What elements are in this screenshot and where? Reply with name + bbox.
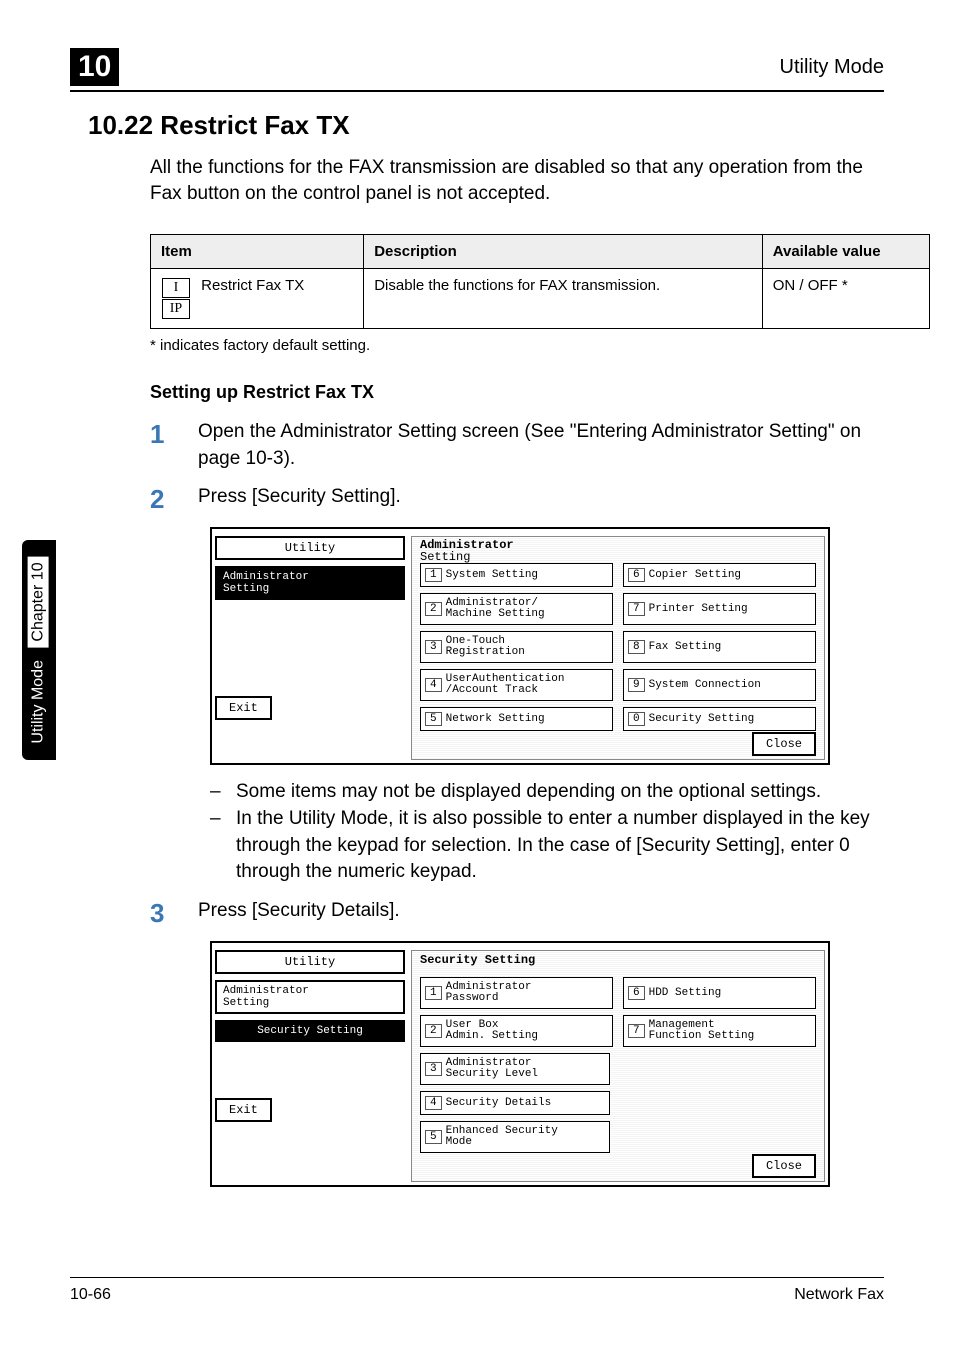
step-1-num: 1 [150, 419, 198, 472]
panel1-exit-button[interactable]: Exit [215, 696, 272, 720]
panel1-btn-3[interactable]: 3One-Touch Registration [420, 631, 613, 663]
panel2-title: Security Setting [420, 953, 535, 967]
note-1: – Some items may not be displayed depend… [210, 779, 884, 806]
panel2-btn-6[interactable]: 6HDD Setting [623, 977, 816, 1009]
footer-left: 10-66 [70, 1286, 111, 1304]
panel2-btn-1[interactable]: 1Administrator Password [420, 977, 613, 1009]
step-2: 2 Press [Security Setting]. [150, 484, 884, 515]
section-intro: All the functions for the FAX transmissi… [150, 155, 874, 206]
security-setting-panel: Utility Administrator Setting Security S… [210, 941, 830, 1187]
panel2-tab-security[interactable]: Security Setting [215, 1020, 405, 1042]
side-tab-mode: Utility Mode [30, 660, 47, 744]
step-1: 1 Open the Administrator Setting screen … [150, 419, 884, 472]
settings-table: Item Description Available value I IP Re… [150, 234, 930, 329]
panel2-btn-4[interactable]: 4Security Details [420, 1091, 610, 1115]
section-title: 10.22 Restrict Fax TX [88, 110, 884, 141]
sub-heading: Setting up Restrict Fax TX [150, 382, 884, 403]
step-2-num: 2 [150, 484, 198, 515]
panel1-tab-utility[interactable]: Utility [215, 536, 405, 560]
panel1-btn-5[interactable]: 5Network Setting [420, 707, 613, 731]
panel2-btn-3[interactable]: 3Administrator Security Level [420, 1053, 610, 1085]
mode-icon-ip: IP [162, 299, 190, 319]
panel2-exit-button[interactable]: Exit [215, 1098, 272, 1122]
step-3: 3 Press [Security Details]. [150, 898, 884, 929]
panel1-btn-1[interactable]: 1System Setting [420, 563, 613, 587]
td-item: Restrict Fax TX [201, 277, 304, 294]
side-tab: Utility Mode Chapter 10 [22, 540, 56, 760]
panel2-btn-7[interactable]: 7Management Function Setting [623, 1015, 816, 1047]
footer-right: Network Fax [794, 1286, 884, 1304]
header-right: Utility Mode [780, 56, 884, 79]
panel2-close-button[interactable]: Close [752, 1154, 816, 1178]
panel1-btn-8[interactable]: 8Fax Setting [623, 631, 816, 663]
step-2-text: Press [Security Setting]. [198, 484, 884, 515]
panel1-btn-7[interactable]: 7Printer Setting [623, 593, 816, 625]
step-3-text: Press [Security Details]. [198, 898, 884, 929]
td-value: ON / OFF * [762, 269, 929, 329]
panel1-title2: Setting [420, 550, 470, 564]
panel1-close-button[interactable]: Close [752, 732, 816, 756]
panel1-btn-4[interactable]: 4UserAuthentication /Account Track [420, 669, 613, 701]
panel1-btn-9[interactable]: 9System Connection [623, 669, 816, 701]
panel2-btn-5[interactable]: 5Enhanced Security Mode [420, 1121, 610, 1153]
panel2-tab-utility[interactable]: Utility [215, 950, 405, 974]
step-1-text: Open the Administrator Setting screen (S… [198, 419, 884, 472]
note-2: – In the Utility Mode, it is also possib… [210, 806, 884, 886]
step-3-num: 3 [150, 898, 198, 929]
th-desc: Description [364, 235, 763, 269]
table-row: I IP Restrict Fax TX Disable the functio… [151, 269, 930, 329]
page-header: 10 Utility Mode [70, 48, 884, 92]
admin-setting-panel: Utility Administrator Setting Exit Admin… [210, 527, 830, 765]
side-tab-chapter: Chapter 10 [28, 556, 49, 647]
footnote: * indicates factory default setting. [150, 337, 884, 354]
th-item: Item [151, 235, 364, 269]
th-avail: Available value [762, 235, 929, 269]
mode-icon-i: I [162, 278, 190, 298]
panel1-btn-2[interactable]: 2Administrator/ Machine Setting [420, 593, 613, 625]
panel1-btn-6[interactable]: 6Copier Setting [623, 563, 816, 587]
panel2-tab-admin[interactable]: Administrator Setting [215, 980, 405, 1014]
td-desc: Disable the functions for FAX transmissi… [364, 269, 763, 329]
chapter-number: 10 [70, 48, 119, 86]
panel2-btn-2[interactable]: 2User Box Admin. Setting [420, 1015, 613, 1047]
panel1-tab-admin[interactable]: Administrator Setting [215, 566, 405, 600]
page-footer: 10-66 Network Fax [70, 1277, 884, 1304]
panel1-btn-0[interactable]: 0Security Setting [623, 707, 816, 731]
